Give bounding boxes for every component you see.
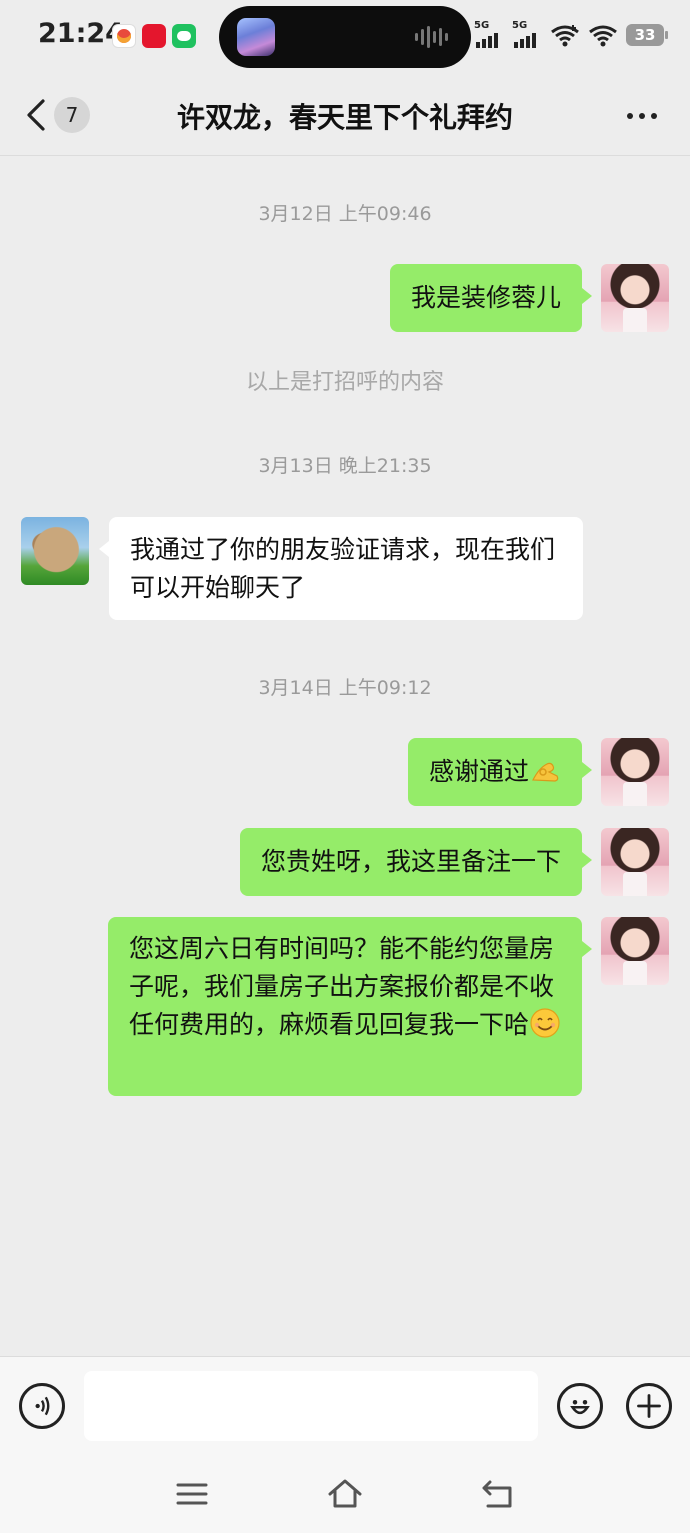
status-app-icons [112, 24, 196, 48]
back-button[interactable]: 7 [24, 94, 98, 136]
dynamic-island[interactable] [219, 6, 471, 68]
timestamp: 3月13日 晚上21:35 [258, 455, 432, 477]
voice-icon [35, 1396, 50, 1416]
wifi-icon [551, 25, 579, 47]
ok-hand-emoji-icon [532, 762, 559, 782]
app-icon [112, 24, 136, 48]
message-text: 感谢通过 [428, 757, 529, 786]
battery-level: 33 [634, 26, 656, 44]
emoji-button[interactable] [557, 1383, 603, 1429]
plus-icon [637, 1394, 661, 1418]
my-avatar[interactable] [601, 264, 669, 332]
message-bubble-outgoing[interactable]: 您这周六日有时间吗？能不能约您量房子呢，我们量房子出方案报价都是不收任何费用的，… [108, 917, 592, 1096]
status-bar: 21:24 5G 5G 33 [0, 0, 690, 74]
chat-header: 7 许双龙，春天里下个礼拜约 [0, 74, 690, 156]
my-avatar[interactable] [601, 917, 669, 985]
signal-icon: 5G [512, 20, 542, 48]
emoji-face-icon [570, 1400, 590, 1415]
message-bubble-outgoing[interactable]: 感谢通过 [407, 738, 593, 806]
message-bubble-incoming[interactable]: 我通过了你的朋友验证请求，现在我们可以开始聊天了 [99, 517, 583, 620]
message-text: 我是装修蓉儿 [410, 283, 561, 312]
unread-count-badge: 7 [54, 97, 90, 133]
message-bubble-outgoing[interactable]: 您贵姓呀，我这里备注一下 [239, 828, 593, 896]
input-bar [0, 1356, 690, 1454]
message-bubble-outgoing[interactable]: 我是装修蓉儿 [389, 264, 593, 332]
xiaohongshu-icon [142, 24, 166, 48]
timestamp: 3月14日 上午09:12 [258, 677, 432, 699]
contact-avatar[interactable] [21, 517, 89, 585]
battery-icon: 33 [626, 24, 668, 46]
system-nav-bar [0, 1454, 690, 1533]
greeting-note: 以上是打招呼的内容 [245, 370, 444, 395]
message-text: 您这周六日有时间吗？能不能约您量房子呢，我们量房子出方案报价都是不收任何费用的，… [129, 934, 555, 1039]
media-thumbnail [237, 18, 275, 56]
chevron-left-icon [27, 99, 45, 131]
signal-icon: 5G [474, 20, 504, 48]
chat-title: 许双龙，春天里下个礼拜约 [176, 101, 513, 134]
message-text: 我通过了你的朋友验证请求，现在我们可以开始聊天了 [130, 535, 556, 602]
my-avatar[interactable] [601, 828, 669, 896]
network-label: 5G [474, 20, 490, 31]
more-button[interactable] [614, 96, 670, 136]
voice-button[interactable] [19, 1383, 65, 1429]
wifi-icon [589, 25, 617, 47]
message-input[interactable] [84, 1371, 538, 1441]
wechat-icon [172, 24, 196, 48]
my-avatar[interactable] [601, 738, 669, 806]
network-label: 5G [512, 20, 528, 31]
status-indicators: 5G 5G 33 [474, 20, 668, 48]
back-icon[interactable] [480, 1476, 516, 1512]
message-text: 您贵姓呀，我这里备注一下 [260, 847, 561, 876]
more-dots-icon [627, 113, 633, 119]
menu-icon[interactable] [174, 1476, 210, 1512]
home-icon[interactable] [327, 1476, 363, 1512]
smile-emoji-icon [530, 1008, 560, 1038]
timestamp: 3月12日 上午09:46 [258, 203, 432, 225]
audio-wave-icon [415, 26, 453, 48]
more-functions-button[interactable] [626, 1383, 672, 1429]
